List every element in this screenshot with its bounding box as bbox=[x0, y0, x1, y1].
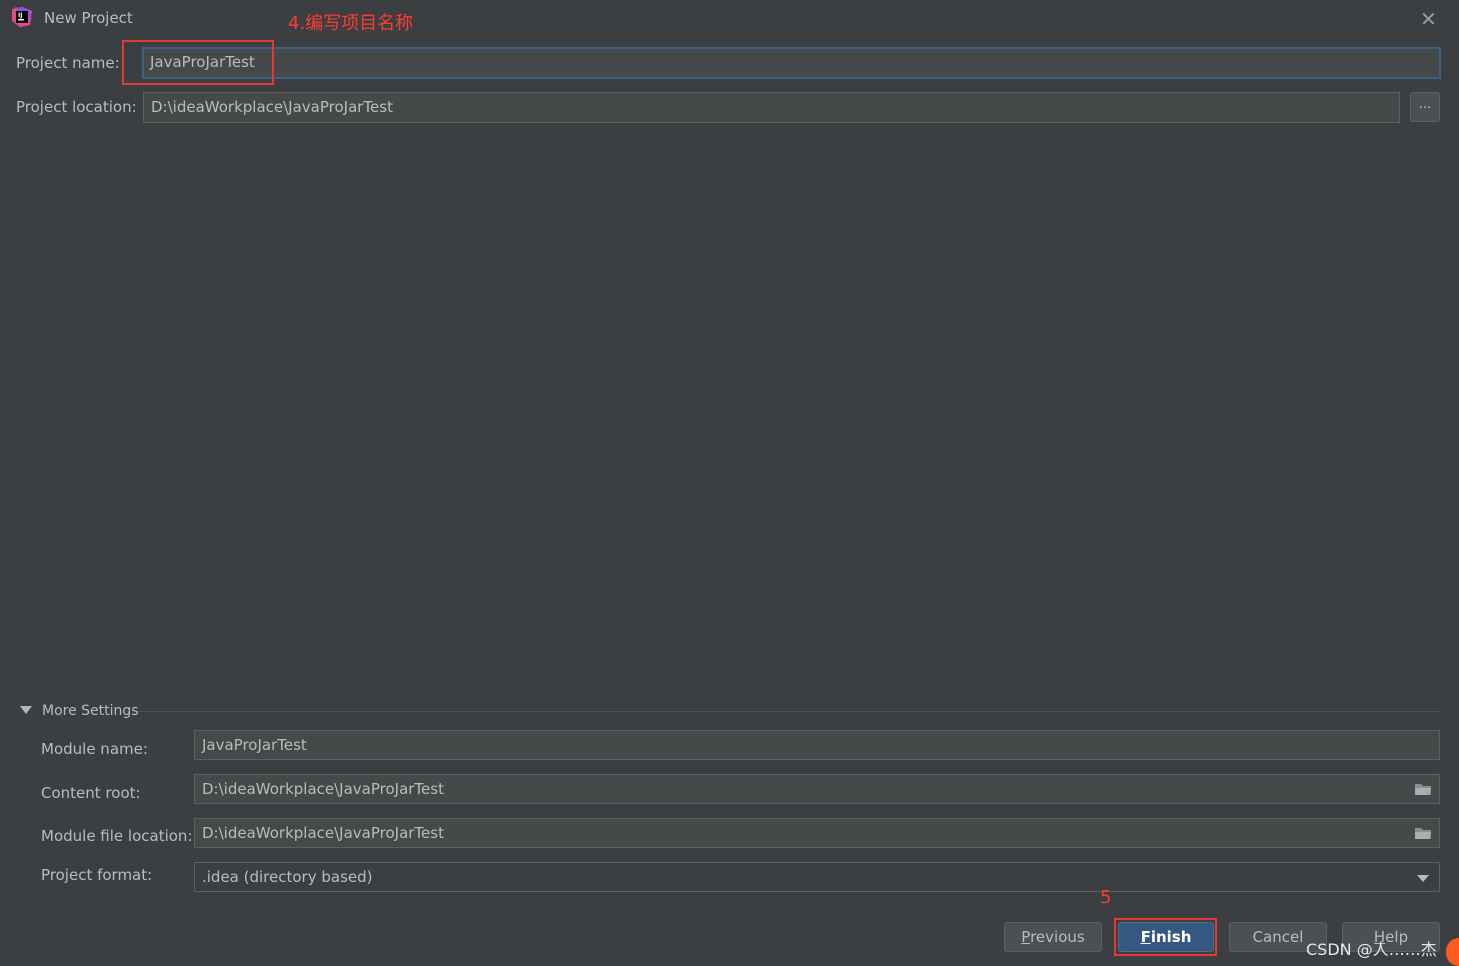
content-root-label: Content root: bbox=[41, 784, 141, 802]
previous-button[interactable]: Previous bbox=[1004, 922, 1102, 952]
content-root-input[interactable]: D:\ideaWorkplace\JavaProJarTest bbox=[194, 774, 1440, 804]
project-name-label: Project name: bbox=[16, 54, 120, 72]
project-format-value: .idea (directory based) bbox=[202, 868, 373, 886]
browse-button[interactable]: ... bbox=[1410, 92, 1440, 122]
intellij-app-icon: IJ bbox=[12, 7, 32, 27]
svg-text:IJ: IJ bbox=[18, 12, 22, 19]
module-name-input[interactable]: JavaProJarTest bbox=[194, 730, 1440, 760]
project-format-select[interactable]: .idea (directory based) bbox=[194, 862, 1440, 892]
module-name-label: Module name: bbox=[41, 740, 148, 758]
project-name-input[interactable]: JavaProJarTest bbox=[142, 47, 1441, 79]
project-format-label: Project format: bbox=[41, 866, 153, 884]
divider bbox=[138, 711, 1440, 712]
project-location-label: Project location: bbox=[16, 98, 137, 116]
more-settings-toggle[interactable]: More Settings bbox=[42, 703, 139, 719]
csdn-badge-icon bbox=[1446, 938, 1459, 966]
content-root-value: D:\ideaWorkplace\JavaProJarTest bbox=[202, 780, 444, 798]
module-file-location-input[interactable]: D:\ideaWorkplace\JavaProJarTest bbox=[194, 818, 1440, 848]
module-file-location-value: D:\ideaWorkplace\JavaProJarTest bbox=[202, 824, 444, 842]
title-bar bbox=[0, 0, 1459, 38]
folder-icon[interactable] bbox=[1414, 782, 1432, 796]
folder-icon[interactable] bbox=[1414, 826, 1432, 840]
triangle-down-icon[interactable] bbox=[20, 706, 32, 714]
close-icon[interactable]: ✕ bbox=[1420, 7, 1437, 31]
watermark-text: CSDN @人……杰 bbox=[1306, 940, 1437, 959]
project-location-input[interactable]: D:\ideaWorkplace\JavaProJarTest bbox=[143, 92, 1400, 123]
chevron-down-icon bbox=[1417, 875, 1429, 882]
annotation-step4: 4.编写项目名称 bbox=[288, 13, 414, 34]
annotation-highlight-finish bbox=[1114, 918, 1217, 956]
window-title: New Project bbox=[44, 9, 133, 27]
annotation-step5: 5 bbox=[1100, 887, 1112, 908]
module-file-location-label: Module file location: bbox=[41, 827, 193, 845]
annotation-highlight-project-name bbox=[122, 40, 274, 85]
